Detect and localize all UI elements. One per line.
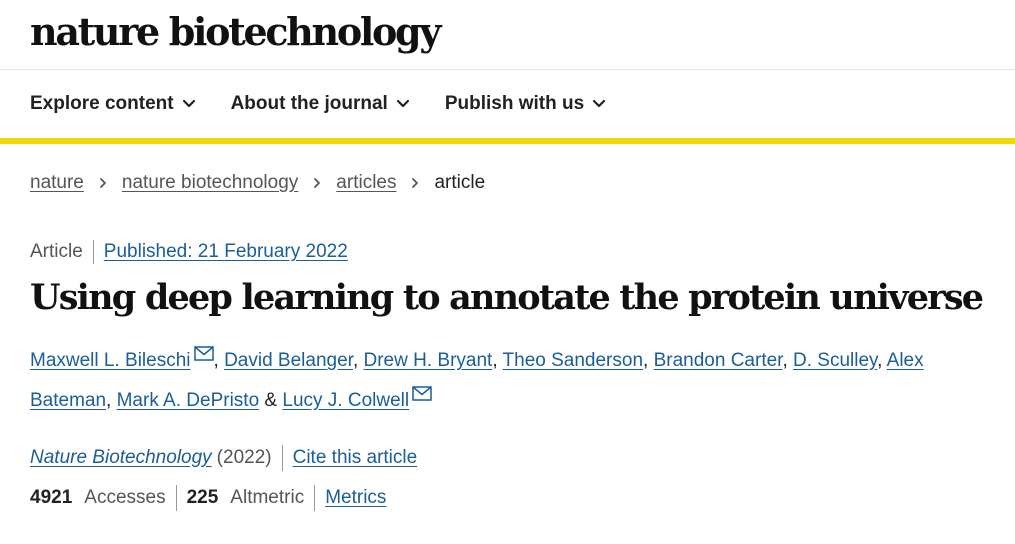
- accesses-count: 4921: [30, 487, 73, 508]
- breadcrumb-current: article: [434, 172, 486, 193]
- nav-about-the-journal[interactable]: About the journal: [231, 93, 410, 115]
- author-link[interactable]: Maxwell L. Bileschi: [30, 350, 191, 371]
- nav-publish-with-us[interactable]: Publish with us: [445, 93, 606, 115]
- author-link[interactable]: D. Sculley: [793, 350, 877, 371]
- author-link[interactable]: Lucy J. Colwell: [282, 390, 409, 411]
- chevron-right-icon: [312, 177, 322, 189]
- main-nav: Explore content About the journal Publis…: [0, 70, 1015, 144]
- author-separator: ,: [643, 350, 654, 371]
- mail-icon[interactable]: [412, 386, 432, 401]
- author-separator: ,: [213, 350, 225, 371]
- mail-icon[interactable]: [193, 346, 214, 361]
- chevron-right-icon: [410, 177, 420, 189]
- breadcrumb-link-nature[interactable]: nature: [30, 172, 84, 194]
- author-separator: ,: [877, 350, 887, 371]
- author-link[interactable]: Drew H. Bryant: [364, 350, 493, 371]
- journal-logo[interactable]: nature biotechnology: [30, 8, 441, 56]
- chevron-right-icon: [98, 177, 108, 189]
- article-meta: Article Published: 21 February 2022: [30, 240, 348, 264]
- published-date-link[interactable]: Published: 21 February 2022: [104, 241, 348, 263]
- author-separator: ,: [106, 390, 117, 411]
- cite-this-article-link[interactable]: Cite this article: [293, 447, 418, 469]
- author-link[interactable]: Brandon Carter: [654, 350, 783, 371]
- author-separator: ,: [492, 350, 503, 371]
- breadcrumb-link-articles[interactable]: articles: [336, 172, 396, 194]
- chevron-down-icon: [396, 99, 410, 109]
- chevron-down-icon: [592, 99, 606, 109]
- publication-year: (2022): [217, 445, 283, 471]
- nav-explore-content[interactable]: Explore content: [30, 93, 196, 115]
- metrics-line: 4921 Accesses 225 Altmetric Metrics: [30, 485, 386, 511]
- altmetric-count: 225: [186, 487, 219, 508]
- author-separator: &: [259, 390, 283, 411]
- author-separator: ,: [782, 350, 794, 371]
- article-type: Article: [30, 240, 94, 264]
- accesses-label: Accesses: [84, 485, 177, 511]
- article-title: Using deep learning to annotate the prot…: [30, 277, 984, 318]
- nav-item-label: Publish with us: [444, 93, 585, 114]
- citation-line: Nature Biotechnology (2022) Cite this ar…: [30, 445, 417, 471]
- author-link[interactable]: David Belanger: [224, 350, 353, 371]
- nav-item-label: About the journal: [230, 93, 388, 114]
- masthead: nature biotechnology: [0, 0, 1015, 70]
- author-list: Maxwell L. Bileschi, David Belanger, Dre…: [30, 341, 990, 421]
- author-separator: ,: [352, 350, 364, 371]
- breadcrumb: nature nature biotechnology articles art…: [30, 172, 485, 194]
- author-link[interactable]: Theo Sanderson: [503, 350, 644, 371]
- metrics-link[interactable]: Metrics: [325, 487, 386, 509]
- author-link[interactable]: Mark A. DePristo: [117, 390, 260, 411]
- nav-item-label: Explore content: [30, 93, 174, 114]
- chevron-down-icon: [182, 99, 196, 109]
- breadcrumb-link-nature-biotechnology[interactable]: nature biotechnology: [122, 172, 298, 194]
- altmetric-label: Altmetric: [230, 485, 316, 511]
- journal-link[interactable]: Nature Biotechnology: [30, 447, 212, 469]
